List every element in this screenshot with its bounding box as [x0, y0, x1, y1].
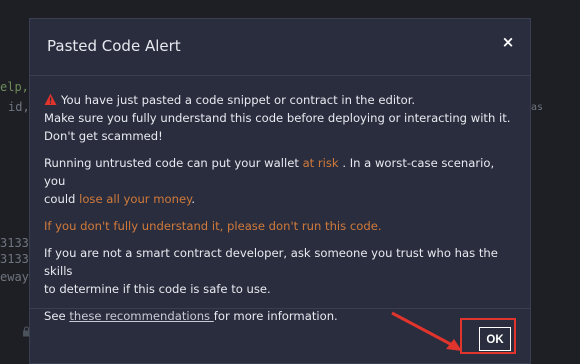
warning-text-line1: You have just pasted a code snippet or c…	[61, 93, 416, 107]
ok-button[interactable]: OK	[479, 327, 511, 351]
code-fragment: eway	[0, 270, 29, 284]
code-fragment: 3133	[0, 252, 29, 266]
warning-triangle-icon	[44, 93, 57, 105]
warning-text-line2: Make sure you fully understand this code…	[44, 111, 511, 125]
risk-text: could	[44, 192, 80, 206]
risk-paragraph: Running untrusted code can put your wall…	[44, 154, 514, 208]
code-fragment: as	[531, 102, 544, 113]
code-fragment: id,	[8, 100, 30, 114]
advice-line2: to determine if this code is safe to use…	[44, 282, 271, 296]
warning-paragraph: You have just pasted a code snippet or c…	[44, 91, 514, 145]
at-risk-text: at risk	[302, 156, 339, 170]
modal-header: Pasted Code Alert ×	[30, 19, 530, 76]
risk-text: Running untrusted code can put your wall…	[44, 156, 303, 170]
close-icon[interactable]: ×	[500, 34, 516, 50]
pasted-code-alert-modal: Pasted Code Alert × You have just pasted…	[29, 18, 531, 364]
code-fragment: 3133	[0, 236, 29, 250]
modal-body: You have just pasted a code snippet or c…	[44, 91, 514, 334]
modal-title: Pasted Code Alert	[47, 37, 181, 55]
advice-line1: If you are not a smart contract develope…	[44, 246, 498, 278]
code-fragment: elp,	[0, 80, 29, 94]
arrow-annotation	[391, 311, 462, 351]
do-not-run-warning: If you don't fully understand it, please…	[44, 219, 382, 233]
developer-advice-paragraph: If you are not a smart contract develope…	[44, 244, 514, 298]
lose-money-text: lose all your money	[79, 192, 192, 206]
modal-footer: OK	[30, 308, 530, 363]
warning-text-line3: Don't get scammed!	[44, 129, 163, 143]
risk-text: .	[191, 192, 196, 206]
